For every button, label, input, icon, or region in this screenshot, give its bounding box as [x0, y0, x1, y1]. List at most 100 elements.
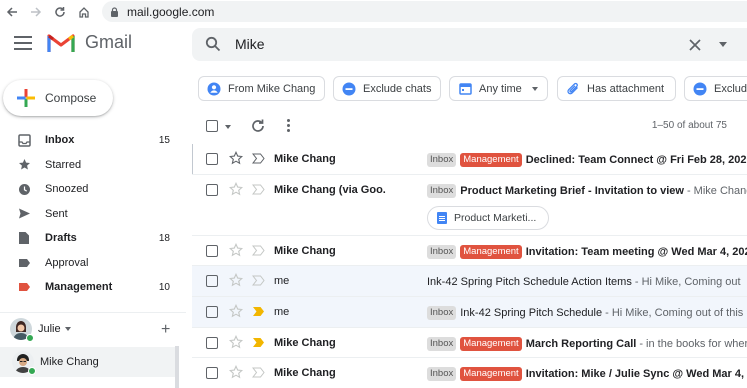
important-marker-icon[interactable]: [252, 245, 265, 256]
minus-circle-icon: [342, 82, 356, 96]
refresh-icon[interactable]: [250, 118, 266, 134]
email-snippet: - Hi Mike, Coming out of this pi: [605, 307, 747, 320]
label-inbox[interactable]: Inbox: [427, 306, 457, 321]
email-row[interactable]: Mike Chang (via Goo. Inbox Product Marke…: [192, 174, 747, 236]
important-marker-icon[interactable]: [252, 153, 265, 164]
clear-search-icon[interactable]: [687, 37, 703, 53]
row-checkbox[interactable]: [206, 183, 218, 196]
star-icon[interactable]: [229, 242, 243, 257]
email-content: Inbox Ink-42 Spring Pitch Schedule - Hi …: [427, 305, 747, 321]
email-row[interactable]: me Inbox Ink-42 Spring Pitch Schedule - …: [192, 297, 747, 328]
row-checkbox[interactable]: [206, 367, 218, 380]
important-marker-icon[interactable]: [252, 275, 265, 286]
row-checkbox[interactable]: [206, 153, 218, 165]
label-inbox[interactable]: Inbox: [427, 153, 457, 167]
sidebar-scrollbar[interactable]: [175, 346, 179, 388]
inbox-icon: [16, 132, 32, 148]
select-all-checkbox[interactable]: [206, 120, 218, 132]
sidebar-item-starred[interactable]: Starred: [0, 153, 186, 178]
email-subject: March Reporting Call: [525, 337, 637, 350]
email-row[interactable]: Mike Chang Inbox Management Invitation: …: [192, 358, 747, 388]
sidebar-item-sent[interactable]: Sent: [0, 202, 186, 227]
row-checkbox[interactable]: [206, 336, 218, 349]
row-checkbox[interactable]: [206, 275, 218, 288]
search-input[interactable]: Mike: [235, 36, 265, 52]
gmail-logo-icon[interactable]: [47, 32, 75, 53]
compose-button[interactable]: Compose: [3, 80, 113, 116]
reload-icon[interactable]: [50, 2, 70, 22]
hangouts-user[interactable]: Julie: [10, 318, 71, 342]
sidebar-item-label: Drafts: [45, 232, 77, 245]
hangouts-panel: Julie + Mike Chang: [0, 312, 186, 388]
label-inbox[interactable]: Inbox: [427, 367, 457, 382]
clock-icon: [16, 181, 32, 197]
search-bar[interactable]: Mike: [192, 28, 747, 61]
filter-chip-exclude[interactable]: Exclud: [684, 76, 747, 101]
sidebar-item-label: Approval: [45, 256, 89, 269]
forward-arrow-icon[interactable]: [26, 2, 46, 22]
label-icon: [16, 255, 32, 271]
sidebar-item-management[interactable]: Management 10: [0, 275, 186, 300]
online-status-icon: [26, 334, 34, 342]
star-icon[interactable]: [229, 181, 243, 196]
star-icon[interactable]: [229, 365, 243, 379]
star-icon[interactable]: [229, 151, 243, 165]
filter-chip-from[interactable]: From Mike Chang: [198, 76, 325, 101]
sidebar-item-approval[interactable]: Approval: [0, 251, 186, 276]
email-row[interactable]: me Ink-42 Spring Pitch Schedule Action I…: [192, 266, 747, 298]
email-row[interactable]: Mike Chang Inbox Management March Report…: [192, 327, 747, 359]
email-row[interactable]: Mike Chang Inbox Management Invitation: …: [192, 235, 747, 267]
star-icon[interactable]: [229, 304, 243, 318]
email-subject: Invitation: Team meeting @ Wed Mar 4, 20…: [525, 245, 747, 258]
sidebar-item-drafts[interactable]: Drafts 18: [0, 226, 186, 251]
chevron-down-icon[interactable]: [64, 327, 71, 331]
search-icon[interactable]: [205, 36, 221, 52]
address-bar[interactable]: mail.google.com: [102, 1, 747, 22]
add-icon[interactable]: +: [161, 321, 170, 339]
main-menu-icon[interactable]: [14, 36, 32, 50]
label-inbox[interactable]: Inbox: [427, 244, 457, 259]
email-content: Inbox Management Declined: Team Connect …: [427, 152, 747, 168]
back-arrow-icon[interactable]: [2, 2, 22, 22]
star-icon[interactable]: [229, 273, 243, 287]
label-icon: [16, 279, 32, 295]
filter-chip-any-time[interactable]: Any time: [449, 76, 548, 101]
email-snippet: - Mike Chang h: [686, 184, 747, 197]
label-management[interactable]: Management: [460, 367, 522, 382]
filter-chip-exclude-chats[interactable]: Exclude chats: [333, 76, 441, 101]
label-management[interactable]: Management: [460, 336, 522, 351]
label-inbox[interactable]: Inbox: [427, 183, 457, 198]
sidebar-item-count: 18: [158, 232, 170, 244]
home-icon[interactable]: [74, 2, 94, 22]
email-content: Inbox Product Marketing Brief - Invitati…: [427, 183, 747, 199]
attachment-chip[interactable]: Product Marketi...: [427, 205, 549, 230]
sidebar-item-label: Inbox: [45, 134, 75, 147]
email-subject: Declined: Team Connect @ Fri Feb 28, 202…: [525, 154, 747, 166]
email-content: Inbox Management Invitation: Mike / Juli…: [427, 366, 747, 382]
label-management[interactable]: Management: [460, 244, 522, 259]
sidebar-item-snoozed[interactable]: Snoozed: [0, 177, 186, 202]
sidebar-item-inbox[interactable]: Inbox 15: [0, 128, 186, 153]
search-options-icon[interactable]: [719, 42, 727, 47]
person-icon: [207, 82, 221, 96]
email-snippet: - Hi Mike, Coming out: [634, 276, 741, 289]
email-sender: me: [274, 275, 290, 288]
important-marker-icon[interactable]: [252, 367, 265, 378]
label-inbox[interactable]: Inbox: [427, 336, 457, 351]
row-checkbox[interactable]: [206, 244, 218, 257]
hangouts-contact[interactable]: Mike Chang: [0, 347, 178, 377]
sidebar-item-count: 15: [158, 134, 170, 146]
email-sender: Mike Chang: [274, 153, 336, 165]
email-row[interactable]: Mike Chang Inbox Management Declined: Te…: [192, 144, 747, 175]
important-marker-icon[interactable]: [252, 306, 265, 317]
more-options-icon[interactable]: [285, 118, 291, 134]
email-subject: Invitation: Mike / Julie Sync @ Wed Mar …: [525, 368, 747, 381]
important-marker-icon[interactable]: [252, 184, 265, 195]
filter-chip-has-attachment[interactable]: Has attachment: [557, 76, 676, 101]
select-options-chevron-icon[interactable]: [225, 125, 231, 129]
important-marker-icon[interactable]: [252, 337, 265, 348]
star-icon[interactable]: [229, 334, 243, 349]
label-management[interactable]: Management: [460, 153, 522, 167]
row-checkbox[interactable]: [206, 306, 218, 319]
email-sender: me: [274, 306, 290, 319]
